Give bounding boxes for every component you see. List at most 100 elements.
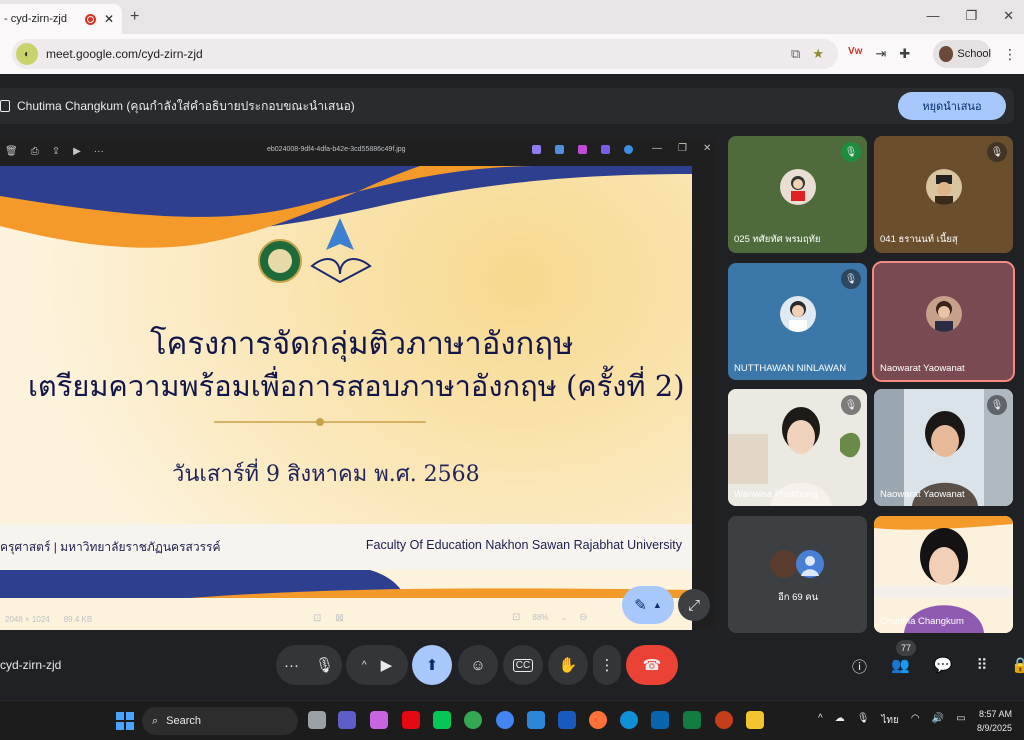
battery-icon[interactable]: ▭ [956, 713, 965, 728]
edit-icon[interactable] [555, 145, 564, 154]
chrome-profile-icon[interactable] [496, 711, 514, 729]
line-icon[interactable] [433, 711, 451, 729]
zoom-level[interactable]: 88% [532, 613, 548, 622]
tray-mic-icon[interactable]: 🎙 [857, 713, 870, 728]
copilot-icon[interactable] [370, 711, 388, 729]
pen-icon: ✎ [634, 597, 647, 614]
windows-start-icon[interactable] [116, 712, 134, 730]
clipchamp-icon[interactable] [578, 145, 587, 154]
windows-taskbar: ⌕ Search ^ ☁ 🎙 ไทย ◠ 🔊 ▭ 8:57 AM 8/9/202… [0, 700, 1024, 740]
people-icon[interactable]: 👥 [891, 656, 910, 677]
stop-presenting-button[interactable]: หยุดนำเสนอ [898, 92, 1006, 120]
slideshow-icon[interactable]: ▶ [73, 146, 81, 157]
bookmark-star-icon[interactable]: ★ [812, 46, 824, 62]
tray-chevron-icon[interactable]: ^ [818, 713, 823, 728]
avatar [779, 295, 816, 332]
participant-name: Naowarat Yaowanat [880, 363, 965, 374]
teams-icon[interactable] [338, 711, 356, 729]
volume-icon[interactable]: 🔊 [932, 713, 944, 728]
restore-icon[interactable]: ❐ [965, 8, 977, 24]
viewer-minimize-icon[interactable]: — [652, 143, 662, 154]
zoom-dropdown-icon[interactable]: ⌄ [560, 613, 567, 622]
task-view-icon[interactable] [308, 711, 326, 729]
print-icon[interactable]: ⎙ [31, 146, 39, 157]
more-participants-tile[interactable]: อีก 69 คน [728, 516, 867, 633]
excel-icon[interactable] [683, 711, 701, 729]
word-icon[interactable] [558, 711, 576, 729]
browser-tab[interactable]: - cyd-zirn-zjd ✕ [0, 4, 122, 34]
participant-tile[interactable]: 🎙 NUTTHAWAN NINLAWAN [728, 263, 867, 380]
actual-size-icon[interactable]: ⊠ [335, 613, 343, 624]
cloud-icon[interactable]: ☁ [835, 713, 845, 728]
chevron-up-icon: ▲ [652, 600, 662, 610]
powerpoint-icon[interactable] [715, 711, 733, 729]
slide-image: โครงการจัดกลุ่มติวภาษาอังกฤษ เตรียมความพ… [0, 166, 692, 630]
microphone-icon[interactable]: 🎙 [315, 656, 334, 674]
zoom-out-icon[interactable]: ⊖ [579, 612, 587, 623]
input-language[interactable]: ไทย [881, 713, 898, 728]
expand-icon[interactable]: ⤢ [678, 589, 710, 621]
url-text[interactable]: meet.google.com/cyd-zirn-zjd [46, 47, 203, 61]
profile-button[interactable]: School [933, 40, 991, 68]
chrome-icon[interactable] [464, 711, 482, 729]
participant-tile[interactable]: 🎙 Wanwisa Phulthong [728, 389, 867, 506]
emoji-icon: ☺ [470, 656, 486, 674]
viewer-close-icon[interactable]: ✕ [703, 143, 711, 154]
close-tab-icon[interactable]: ✕ [104, 12, 114, 26]
viewer-restore-icon[interactable]: ❐ [678, 143, 687, 154]
onedrive-icon[interactable] [624, 145, 633, 154]
participant-tile-presenter[interactable]: Chutima Changkum [874, 516, 1013, 633]
shared-screen: 🗑 ⎙ ⇪ ▶ ··· eb024008-9df4-4dfa-b42e-3cd5… [0, 138, 716, 630]
chat-icon[interactable]: 💬 [934, 656, 953, 677]
participant-tile[interactable]: 🎙 Naowarat Yaowanat [874, 389, 1013, 506]
browser-menu-icon[interactable]: ⋮ [1003, 46, 1017, 63]
taskbar-search[interactable]: ⌕ Search [142, 707, 298, 735]
slide-footer-thai: ครุศาสตร์ | มหาวิทยาลัยราชภัฏนครสวรรค์ [0, 540, 221, 554]
puzzle-extensions-icon[interactable]: ✚ [899, 46, 910, 62]
netflix-icon[interactable] [402, 711, 420, 729]
share-icon[interactable]: ⇪ [52, 146, 60, 157]
outlook-icon[interactable] [651, 711, 669, 729]
extension-arrow-icon[interactable]: ⇥ [875, 46, 886, 62]
wifi-icon[interactable]: ◠ [911, 713, 920, 728]
leave-call-button[interactable]: ☎ [626, 645, 678, 685]
delete-icon[interactable]: 🗑 [5, 146, 18, 157]
photos-icon[interactable] [527, 711, 545, 729]
participant-tile[interactable]: 🎙 041 ธรานนท์ เนี้ยสุ [874, 136, 1013, 253]
site-info-icon[interactable]: ◐ [16, 43, 38, 65]
file-explorer-icon[interactable] [746, 711, 764, 729]
slide-date: วันเสาร์ที่ 9 สิงหาคม พ.ศ. 2568 [172, 462, 480, 487]
audio-more-icon[interactable]: ··· [284, 657, 299, 674]
video-options-icon[interactable]: ^ [362, 660, 367, 671]
annotate-pen-button[interactable]: ✎ ▲ [622, 586, 674, 624]
host-controls-icon[interactable]: 🔒 [1011, 656, 1024, 677]
extension-icon[interactable]: Vw [848, 46, 862, 62]
zoom-fit-icon[interactable]: ⊡ [512, 612, 520, 623]
captions-button[interactable]: CC [503, 645, 543, 685]
captions-icon: CC [512, 658, 534, 672]
edge-icon[interactable] [620, 711, 638, 729]
fit-icon[interactable]: ⊡ [313, 613, 321, 624]
more-options-button[interactable]: ⋮ [593, 645, 621, 685]
close-window-icon[interactable]: ✕ [1003, 8, 1014, 24]
present-screen-button[interactable]: ⬆ [412, 645, 452, 685]
copilot-icon[interactable] [532, 145, 541, 154]
raise-hand-button[interactable]: ✋ [548, 645, 588, 685]
meeting-info-icon[interactable]: ⓘ [852, 656, 867, 677]
camera-icon[interactable]: ▶ [381, 656, 393, 674]
omnibox[interactable]: ◐ meet.google.com/cyd-zirn-zjd ⧉ ★ [12, 39, 838, 69]
participant-name: Naowarat Yaowanat [880, 489, 965, 500]
minimize-icon[interactable]: — [926, 8, 939, 24]
participant-tile-active[interactable]: Naowarat Yaowanat [872, 261, 1015, 382]
designer-icon[interactable] [601, 145, 610, 154]
reactions-button[interactable]: ☺ [458, 645, 498, 685]
participant-name: 041 ธรานนท์ เนี้ยสุ [880, 234, 958, 245]
participant-tile[interactable]: 🎙 025 ทศัยทัศ พรมฤทัย [728, 136, 867, 253]
more-options-icon[interactable]: ··· [94, 146, 104, 157]
activities-icon[interactable]: ⠿ [976, 656, 987, 677]
hand-icon: ✋ [558, 657, 578, 674]
taskbar-clock[interactable]: 8:57 AM 8/9/2025 [972, 707, 1012, 735]
translate-icon[interactable]: ⧉ [791, 46, 800, 62]
firefox-icon[interactable] [589, 711, 607, 729]
new-tab-button[interactable]: + [130, 8, 139, 26]
